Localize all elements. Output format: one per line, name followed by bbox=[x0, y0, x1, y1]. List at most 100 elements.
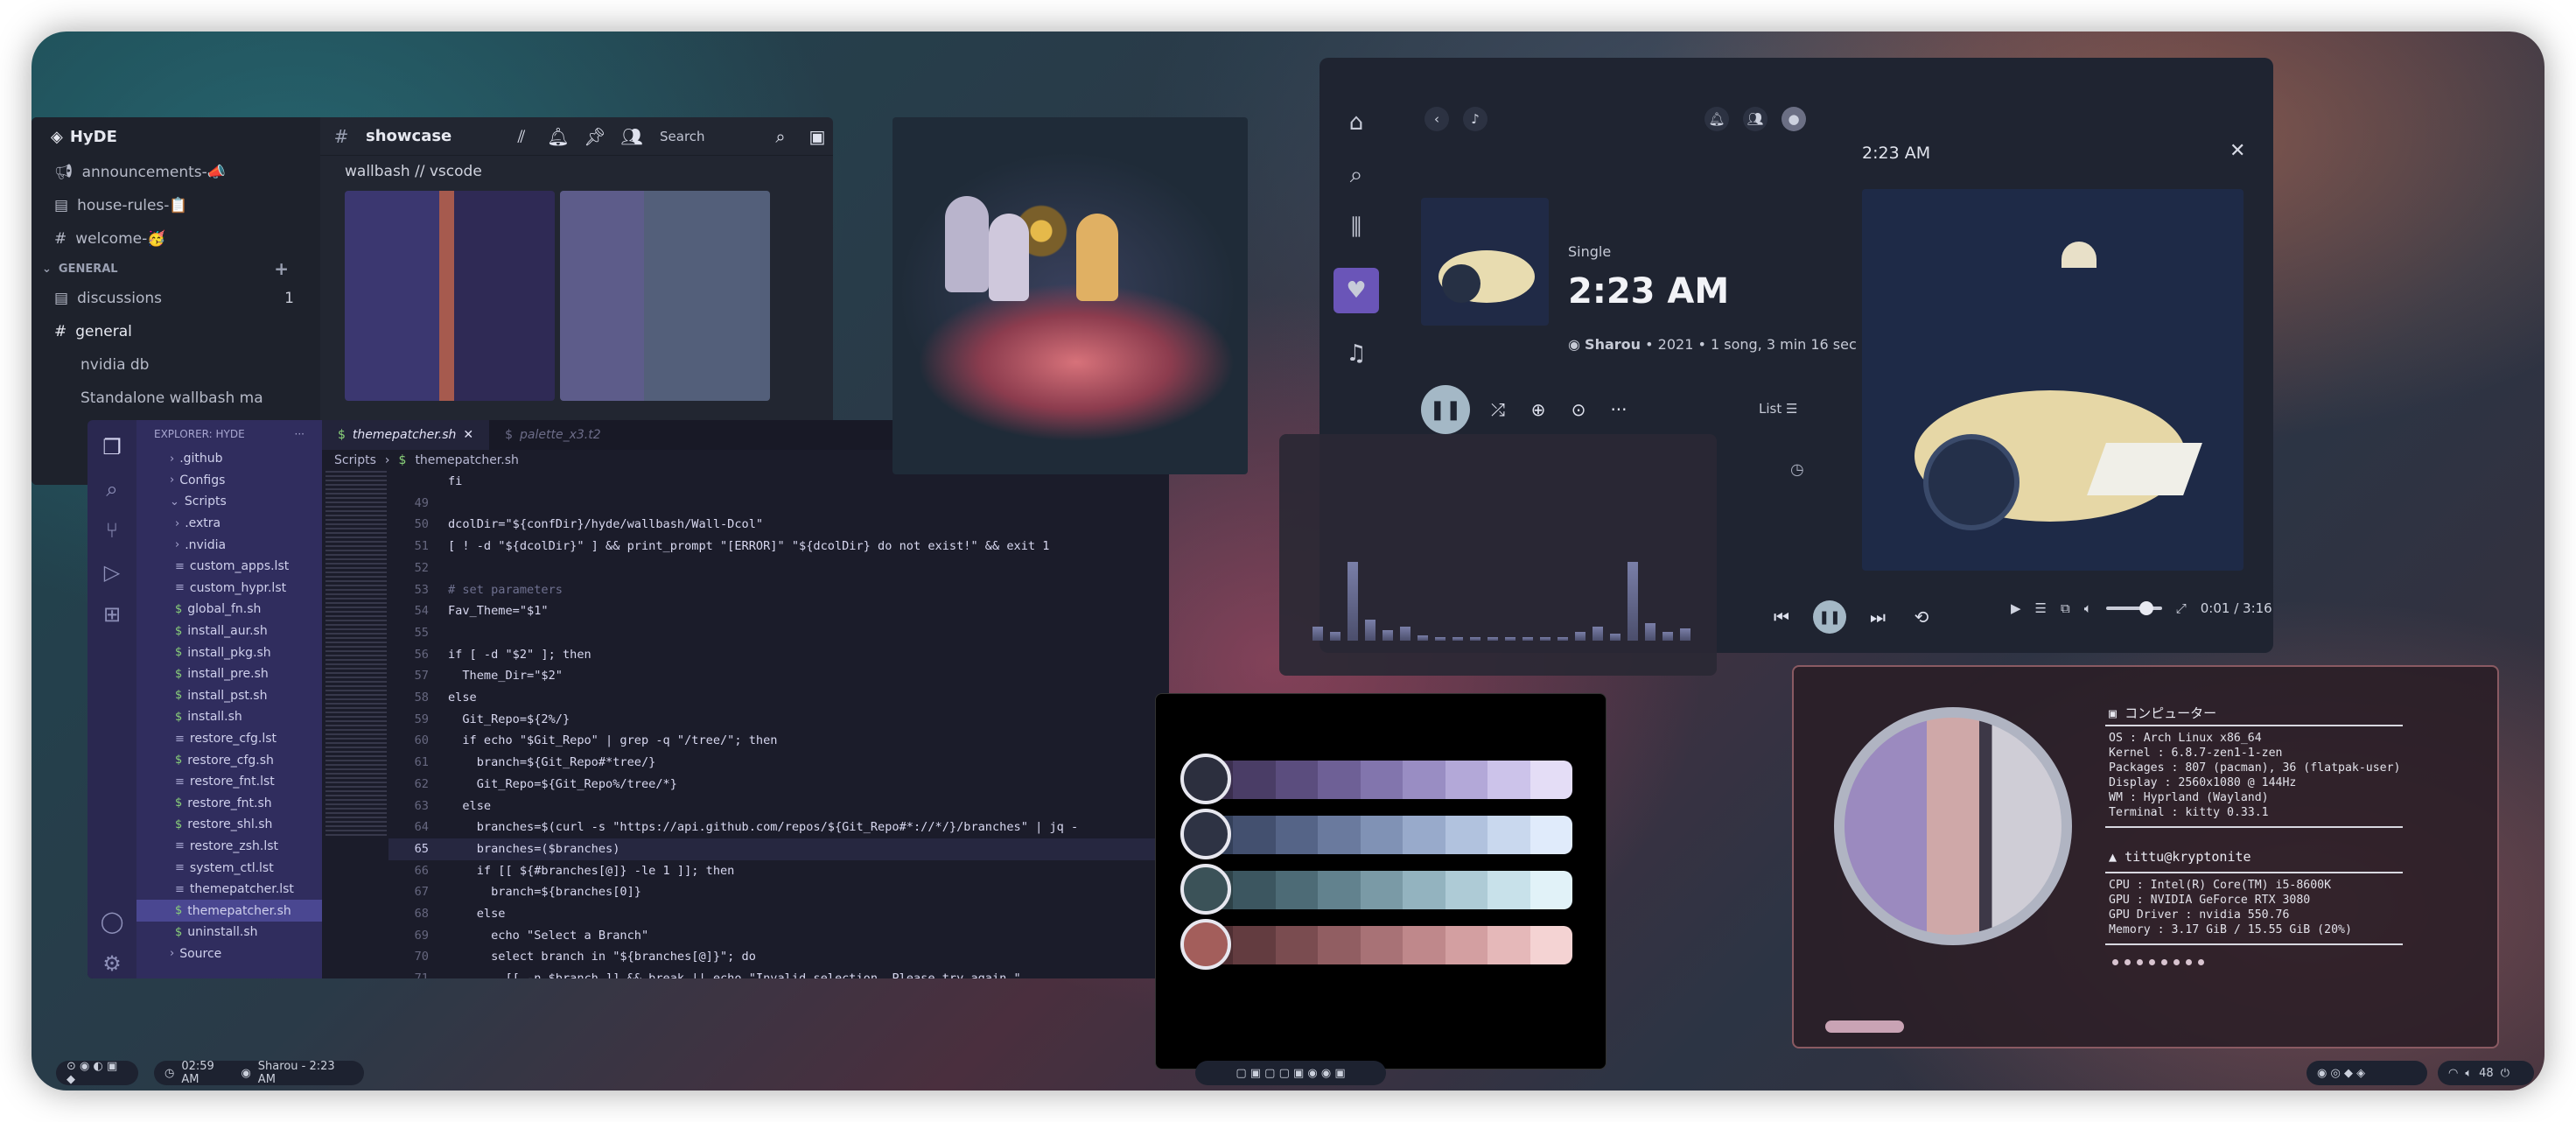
screenshot-thumbnail[interactable] bbox=[560, 191, 770, 401]
liked-songs-icon[interactable]: ♥ bbox=[1334, 268, 1379, 313]
more-icon[interactable]: ··· bbox=[1606, 397, 1631, 422]
file-tree-item[interactable]: › .extra bbox=[136, 513, 322, 535]
home-icon[interactable]: ⌂ bbox=[1344, 109, 1368, 136]
file-tree-item[interactable]: $ global_fn.sh bbox=[136, 599, 322, 621]
source-control-icon[interactable]: ⑂ bbox=[94, 515, 130, 545]
extensions-icon[interactable]: ⊞ bbox=[94, 600, 130, 629]
volume-icon[interactable]: 🔈︎ bbox=[2084, 600, 2092, 616]
close-icon[interactable]: ✕ bbox=[2230, 140, 2245, 162]
channel-discussions[interactable]: ▤ discussions 1 bbox=[32, 282, 320, 315]
color-swatch[interactable] bbox=[1445, 761, 1488, 799]
file-tree-item[interactable]: › Source bbox=[136, 943, 322, 965]
album-cover[interactable] bbox=[1421, 198, 1549, 326]
primary-color-dot[interactable] bbox=[1180, 809, 1231, 859]
play-pause-button[interactable]: ❚❚ bbox=[1813, 600, 1846, 634]
shuffle-icon[interactable]: ⤮ bbox=[1486, 397, 1510, 422]
primary-color-dot[interactable] bbox=[1180, 864, 1231, 915]
color-swatch[interactable] bbox=[1318, 926, 1361, 964]
file-tree-item[interactable]: ≡ custom_hypr.lst bbox=[136, 578, 322, 600]
color-swatch[interactable] bbox=[1233, 871, 1276, 909]
view-toggle[interactable]: List ☰ bbox=[1759, 401, 1797, 417]
bell-icon[interactable]: 🔔︎ bbox=[546, 124, 570, 149]
file-tree-item[interactable]: ≡ restore_fnt.lst bbox=[136, 771, 322, 793]
file-tree-item[interactable]: ≡ themepatcher.lst bbox=[136, 879, 322, 901]
volume-slider[interactable] bbox=[2105, 601, 2162, 615]
file-tree-item[interactable]: $ install.sh bbox=[136, 706, 322, 728]
file-tree-item[interactable]: $ install_pst.sh bbox=[136, 685, 322, 707]
channel-item[interactable]: ▤ house-rules-📋 bbox=[32, 189, 320, 222]
color-swatch[interactable] bbox=[1360, 926, 1404, 964]
files-icon[interactable]: ❐ bbox=[94, 432, 130, 462]
color-swatch[interactable] bbox=[1530, 871, 1572, 909]
tab-palette[interactable]: $ palette_x3.t2 bbox=[489, 420, 617, 450]
repeat-icon[interactable]: ⟲ bbox=[1909, 605, 1934, 629]
file-tree-item[interactable]: › Configs bbox=[136, 470, 322, 492]
add-icon[interactable]: ⊕ bbox=[1526, 397, 1550, 422]
library-icon[interactable]: ⫼ bbox=[1344, 214, 1368, 241]
app-logo-icon[interactable]: ♪ bbox=[1463, 107, 1488, 131]
color-swatch[interactable] bbox=[1488, 871, 1530, 909]
color-swatch[interactable] bbox=[1445, 871, 1488, 909]
inbox-icon[interactable]: ▣ bbox=[805, 124, 830, 149]
code-editor[interactable]: fi 49 50 dcolDir="${confDir}/hyde/wallbash/… bbox=[388, 471, 1169, 978]
account-icon[interactable]: ◯ bbox=[94, 908, 130, 937]
pause-button[interactable]: ❚❚ bbox=[1421, 385, 1470, 434]
back-icon[interactable]: ‹ bbox=[1424, 107, 1449, 131]
avatar[interactable]: ● bbox=[1782, 107, 1806, 131]
color-swatch[interactable] bbox=[1318, 816, 1361, 854]
taskbar-pill[interactable]: ▢ ▣ ▢ ▢ ▣ ◉ ◉ ▣ bbox=[1195, 1061, 1386, 1085]
channel-item[interactable]: # welcome-🥳 bbox=[32, 222, 320, 256]
color-swatch[interactable] bbox=[1360, 761, 1404, 799]
color-swatch[interactable] bbox=[1360, 816, 1404, 854]
bell-icon[interactable]: 🔔︎ bbox=[1704, 107, 1729, 131]
color-swatch[interactable] bbox=[1403, 761, 1446, 799]
primary-color-dot[interactable] bbox=[1180, 754, 1231, 804]
server-header[interactable]: ◈ HyDE bbox=[32, 117, 320, 156]
clock-media-pill[interactable]: ◷ 02:59 AM ◉ Sharou - 2:23 AM bbox=[154, 1060, 364, 1086]
color-swatch[interactable] bbox=[1275, 871, 1319, 909]
close-icon[interactable]: ✕ bbox=[463, 428, 473, 442]
color-swatch[interactable] bbox=[1488, 816, 1530, 854]
search-icon[interactable]: ⌕ bbox=[94, 474, 130, 504]
tray-pill[interactable]: ◉ ◎ ◆ ◈ bbox=[2306, 1061, 2427, 1085]
queue-icon[interactable]: ☰ bbox=[2035, 600, 2047, 616]
more-icon[interactable]: ··· bbox=[295, 428, 304, 440]
search-input[interactable]: Search bbox=[660, 129, 756, 144]
tab-themepatcher[interactable]: $ themepatcher.sh ✕ bbox=[322, 420, 490, 450]
color-swatch[interactable] bbox=[1233, 816, 1276, 854]
color-swatch[interactable] bbox=[1403, 871, 1446, 909]
color-swatch[interactable] bbox=[1445, 926, 1488, 964]
color-swatch[interactable] bbox=[1403, 926, 1446, 964]
next-icon[interactable]: ⏭ bbox=[1866, 605, 1890, 629]
channel-standalone[interactable]: Standalone wallbash ma bbox=[32, 382, 320, 415]
gear-icon[interactable]: ⚙ bbox=[94, 949, 130, 978]
color-swatch[interactable] bbox=[1275, 761, 1319, 799]
channel-general[interactable]: # general bbox=[32, 315, 320, 348]
primary-color-dot[interactable] bbox=[1180, 919, 1231, 970]
volume-knob[interactable] bbox=[2138, 601, 2153, 615]
file-tree-item[interactable]: $ install_aur.sh bbox=[136, 621, 322, 642]
search-icon[interactable]: ⌕ bbox=[768, 124, 793, 149]
color-swatch[interactable] bbox=[1275, 816, 1319, 854]
file-tree-item[interactable]: ≡ restore_zsh.lst bbox=[136, 836, 322, 858]
minimap[interactable] bbox=[326, 471, 387, 838]
file-tree-item[interactable]: $ restore_shl.sh bbox=[136, 814, 322, 836]
color-swatch[interactable] bbox=[1360, 871, 1404, 909]
file-tree-item[interactable]: $ install_pkg.sh bbox=[136, 642, 322, 663]
file-tree-item[interactable]: ≡ custom_apps.lst bbox=[136, 556, 322, 578]
pin-icon[interactable]: 📌︎ bbox=[583, 124, 607, 149]
category-header[interactable]: ⌄ GENERAL + bbox=[32, 256, 320, 282]
music-note-icon[interactable]: ♫ bbox=[1344, 340, 1368, 367]
workspaces-pill[interactable]: ⊙ ◉ ◐ ▣ ◆ bbox=[56, 1060, 138, 1086]
members-icon[interactable]: 👥︎ bbox=[620, 124, 644, 149]
color-swatch[interactable] bbox=[1488, 761, 1530, 799]
previous-icon[interactable]: ⏮ bbox=[1769, 605, 1794, 629]
color-swatch[interactable] bbox=[1488, 926, 1530, 964]
artist-link[interactable]: Sharou bbox=[1585, 336, 1641, 353]
file-tree-item[interactable]: › .github bbox=[136, 448, 322, 470]
color-swatch[interactable] bbox=[1530, 926, 1572, 964]
add-channel-icon[interactable]: + bbox=[274, 258, 289, 279]
now-playing-view-icon[interactable]: ▶ bbox=[2011, 600, 2021, 616]
devices-icon[interactable]: ⧉ bbox=[2061, 600, 2070, 616]
breadcrumb-item[interactable]: Scripts bbox=[334, 453, 376, 467]
